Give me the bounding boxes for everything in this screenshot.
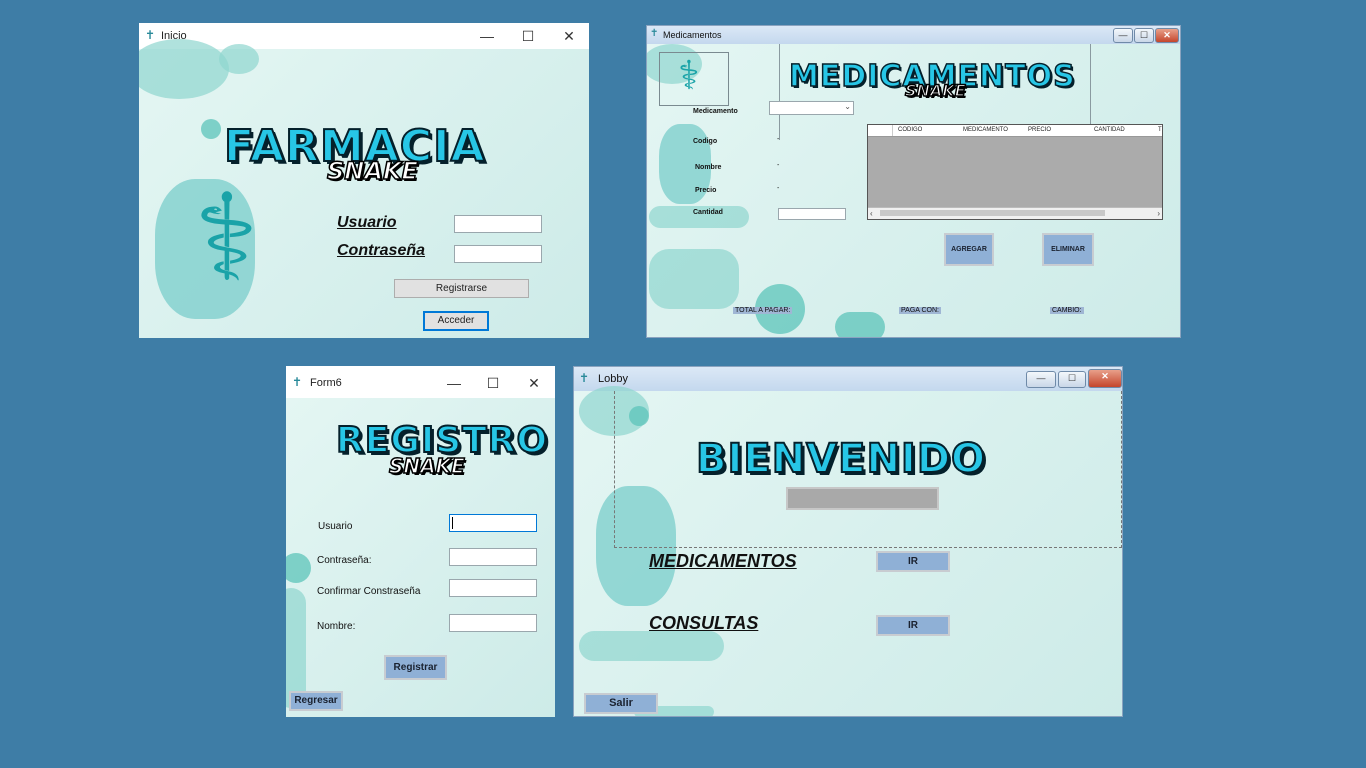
chevron-down-icon: ⌄ <box>844 102 851 111</box>
total-label: TOTAL A PAGAR: <box>733 307 793 314</box>
medicamentos-titlebar: ✝ Medicamentos — ☐ ✕ <box>647 26 1180 44</box>
caduceus-icon: ⚕ <box>194 169 259 308</box>
usuario-input[interactable] <box>454 215 542 233</box>
lobby-window: ✝ Lobby — ☐ ✕ BIENVENIDO MEDICAMENTOS IR… <box>573 366 1123 717</box>
scroll-left-icon[interactable]: ‹ <box>870 208 873 219</box>
username-display <box>786 487 939 510</box>
usuario-label: Usuario <box>337 214 397 231</box>
window-title: Lobby <box>598 373 628 385</box>
lobby-body: BIENVENIDO MEDICAMENTOS IR CONSULTAS IR … <box>574 386 1122 716</box>
app-icon: ✝ <box>650 28 659 39</box>
confirmar-input[interactable] <box>449 579 537 597</box>
grid-column-header[interactable]: MEDICAMENTO <box>963 127 1008 133</box>
decor-dot <box>201 119 221 139</box>
salir-button[interactable]: Salir <box>584 693 658 714</box>
nombre-label: Nombre <box>695 164 722 171</box>
regresar-button[interactable]: Regresar <box>289 691 343 711</box>
maximize-icon[interactable]: ☐ <box>1058 371 1086 388</box>
grid-column-header[interactable]: CANTIDAD <box>1094 127 1125 133</box>
acceder-button[interactable]: Acceder <box>423 311 489 331</box>
nombre-value: - <box>777 162 780 169</box>
inicio-body: ⚕ FARMACIA SNAKE Usuario Contraseña Regi… <box>139 39 589 338</box>
codigo-label: Codigo <box>693 138 718 145</box>
app-icon: ✝ <box>579 371 590 385</box>
text-cursor <box>452 517 453 529</box>
maximize-icon[interactable]: ☐ <box>475 372 511 394</box>
grid-column-header[interactable]: T <box>1158 127 1162 133</box>
consultas-ir-button[interactable]: IR <box>876 615 950 636</box>
form6-body: REGISTRO SNAKE Usuario Contraseña: Confi… <box>286 398 555 717</box>
contrasena-input[interactable] <box>449 548 537 566</box>
maximize-icon[interactable]: ☐ <box>1134 28 1154 43</box>
cambio-label: CAMBIO: <box>1050 307 1084 314</box>
registrarse-button[interactable]: Registrarse <box>394 279 529 298</box>
eliminar-button[interactable]: ELIMINAR <box>1042 233 1094 266</box>
cantidad-label: Cantidad <box>693 209 723 216</box>
precio-label: Precio <box>695 187 717 194</box>
bienvenido-logo: BIENVENIDO <box>695 435 987 483</box>
window-title: Form6 <box>310 377 342 389</box>
medicamentos-body: ⚕ MEDICAMENTOS SNAKE Medicamento ⌄ Codig… <box>647 44 1180 337</box>
scrollbar-thumb[interactable] <box>880 210 1105 216</box>
app-icon: ✝ <box>145 28 156 42</box>
scroll-right-icon[interactable]: › <box>1157 208 1160 219</box>
snake-logo: SNAKE <box>326 156 418 186</box>
grid-header: CODIGO MEDICAMENTO PRECIO CANTIDAD T <box>868 125 1162 137</box>
medicamento-select[interactable]: ⌄ <box>769 101 854 115</box>
medicamentos-label: MEDICAMENTOS <box>649 551 797 571</box>
logo-picturebox: ⚕ <box>659 52 729 106</box>
lobby-titlebar: ✝ Lobby — ☐ ✕ <box>574 367 1122 391</box>
consultas-label: CONSULTAS <box>649 613 759 633</box>
precio-value: - <box>777 185 780 192</box>
agregar-button[interactable]: AGREGAR <box>944 233 994 266</box>
close-icon[interactable]: ✕ <box>551 25 587 47</box>
confirmar-label: Confirmar Constraseña <box>317 586 421 597</box>
horizontal-scrollbar[interactable]: ‹ › <box>868 207 1162 219</box>
nombre-label: Nombre: <box>317 621 356 632</box>
close-icon[interactable]: ✕ <box>516 372 552 394</box>
cantidad-input[interactable] <box>778 208 846 220</box>
nombre-input[interactable] <box>449 614 537 632</box>
medicamento-label: Medicamento <box>693 108 738 115</box>
decor-box <box>649 249 739 309</box>
medicamentos-ir-button[interactable]: IR <box>876 551 950 572</box>
minimize-icon[interactable]: — <box>469 25 505 47</box>
decor-splash <box>219 44 259 74</box>
contrasena-label: Contraseña: <box>317 555 372 566</box>
minimize-icon[interactable]: — <box>1113 28 1133 43</box>
usuario-input[interactable] <box>449 514 537 532</box>
paga-con-label: PAGA CON: <box>899 307 941 314</box>
minimize-icon[interactable]: — <box>436 372 472 394</box>
inicio-window: ✝ Inicio — ☐ ✕ ⚕ FARMACIA SNAKE Usuario … <box>139 23 589 338</box>
decor-dot <box>286 553 311 583</box>
minimize-icon[interactable]: — <box>1026 371 1056 388</box>
medicamentos-window: ✝ Medicamentos — ☐ ✕ ⚕ MEDICAMENTOS SNAK… <box>646 25 1181 338</box>
window-title: Medicamentos <box>663 30 722 40</box>
close-icon[interactable]: ✕ <box>1155 28 1179 43</box>
medicamentos-grid[interactable]: CODIGO MEDICAMENTO PRECIO CANTIDAD T ‹ › <box>867 124 1163 220</box>
grid-column-header[interactable]: CODIGO <box>898 127 922 133</box>
registrar-button[interactable]: Registrar <box>384 655 447 680</box>
close-icon[interactable]: ✕ <box>1088 369 1122 388</box>
contrasena-input[interactable] <box>454 245 542 263</box>
codigo-value: - <box>777 136 780 143</box>
decor-pill <box>286 588 306 708</box>
decor-splash <box>139 39 229 99</box>
usuario-label: Usuario <box>318 521 353 532</box>
grid-column-header[interactable]: PRECIO <box>1028 127 1051 133</box>
decor-pill <box>579 631 724 661</box>
contrasena-label: Contraseña <box>337 242 426 259</box>
caduceus-icon: ⚕ <box>678 53 700 99</box>
snake-logo: SNAKE <box>904 80 966 101</box>
form6-titlebar: ✝ Form6 — ☐ ✕ <box>286 366 555 398</box>
maximize-icon[interactable]: ☐ <box>510 25 546 47</box>
snake-logo: SNAKE <box>388 453 465 479</box>
form6-window: ✝ Form6 — ☐ ✕ REGISTRO SNAKE Usuario Con… <box>286 366 555 717</box>
grid-row-header <box>868 125 893 136</box>
app-icon: ✝ <box>292 375 303 389</box>
decor-pill <box>835 312 885 337</box>
